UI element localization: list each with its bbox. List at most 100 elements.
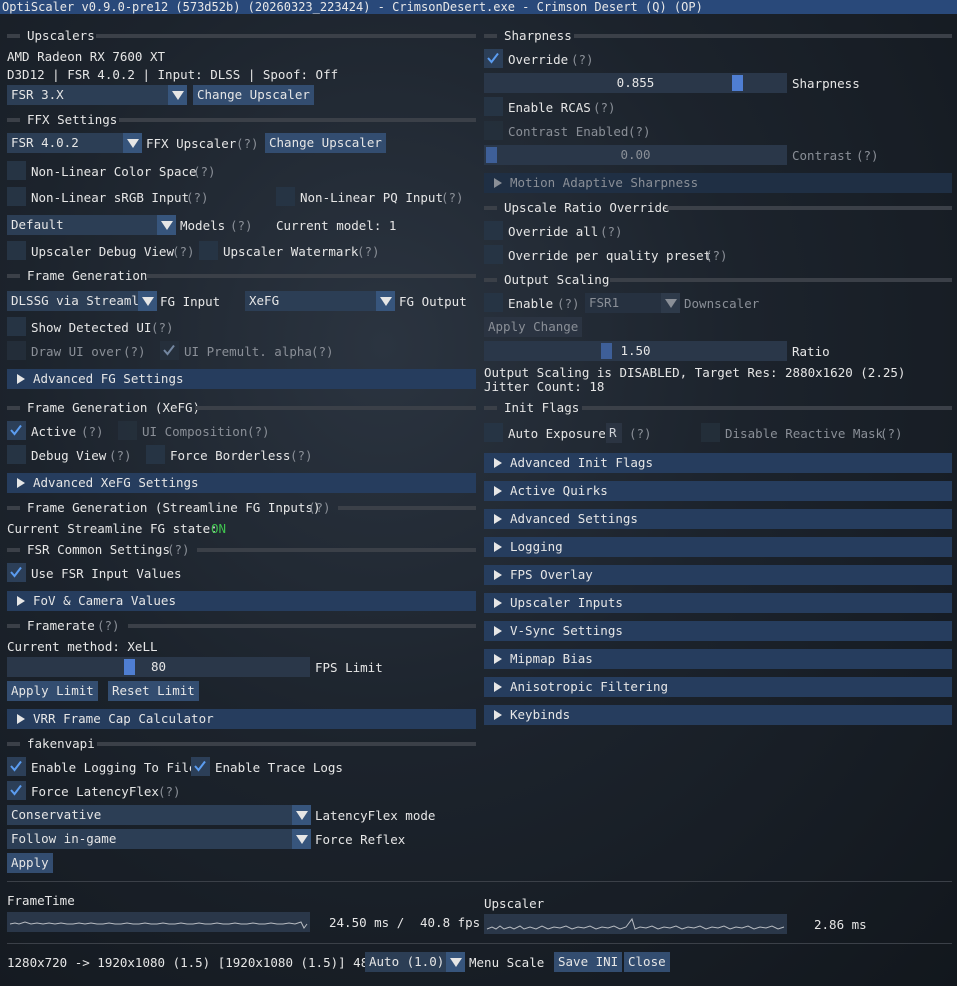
help-mark[interactable]: (?) xyxy=(441,190,464,205)
output-scaling-enable-checkbox[interactable] xyxy=(484,293,503,312)
section-upscaler-inputs[interactable]: Upscaler Inputs xyxy=(484,593,952,613)
draw-ui-over-checkbox[interactable] xyxy=(7,341,26,360)
nonlinear-color-checkbox[interactable] xyxy=(7,161,26,180)
help-mark[interactable]: (?) xyxy=(109,448,132,463)
xefg-active-checkbox[interactable] xyxy=(7,421,26,440)
section-anisotropic-filtering[interactable]: Anisotropic Filtering xyxy=(484,677,952,697)
advanced-fg-settings-header[interactable]: Advanced FG Settings xyxy=(7,369,476,389)
section-advanced-init-flags[interactable]: Advanced Init Flags xyxy=(484,453,952,473)
slider-grab[interactable] xyxy=(124,659,135,675)
output-scaling-enable-label: Enable xyxy=(508,296,554,311)
auto-exposure-r-badge[interactable]: R xyxy=(606,423,622,443)
output-scaling-status: Output Scaling is DISABLED, Target Res: … xyxy=(484,365,906,380)
jitter-count: Jitter Count: 18 xyxy=(484,379,605,394)
upscaler-watermark-checkbox[interactable] xyxy=(199,241,218,260)
help-mark[interactable]: (?) xyxy=(600,224,623,239)
force-borderless-checkbox[interactable] xyxy=(146,445,165,464)
apply-change-button[interactable]: Apply Change xyxy=(484,317,583,337)
help-mark[interactable]: (?) xyxy=(247,424,270,439)
apply-limit-button[interactable]: Apply Limit xyxy=(7,681,98,701)
motion-adaptive-header[interactable]: Motion Adaptive Sharpness xyxy=(484,173,952,193)
help-mark[interactable]: (?) xyxy=(593,100,616,115)
slider-grab[interactable] xyxy=(732,75,743,91)
collapse-arrow-icon xyxy=(17,596,25,606)
help-mark[interactable]: (?) xyxy=(628,124,651,139)
nonlinear-srgb-checkbox[interactable] xyxy=(7,187,26,206)
nonlinear-pq-label: Non-Linear PQ Input xyxy=(300,190,443,205)
help-mark[interactable]: (?) xyxy=(151,320,174,335)
help-mark[interactable]: (?) xyxy=(357,244,380,259)
override-per-preset-checkbox[interactable] xyxy=(484,245,503,264)
nonlinear-pq-checkbox[interactable] xyxy=(276,187,295,206)
help-mark[interactable]: (?) xyxy=(629,426,652,441)
sharpness-slider[interactable]: 0.855 xyxy=(484,73,787,93)
xefg-debug-view-checkbox[interactable] xyxy=(7,445,26,464)
fakenvapi-apply-button[interactable]: Apply xyxy=(7,853,53,873)
help-mark[interactable]: (?) xyxy=(308,500,331,515)
ffx-version-select[interactable]: FSR 4.0.2 xyxy=(7,133,142,153)
auto-exposure-checkbox[interactable] xyxy=(484,423,503,442)
vrr-calculator-header[interactable]: VRR Frame Cap Calculator xyxy=(7,709,476,729)
help-mark[interactable]: (?) xyxy=(557,296,580,311)
help-mark[interactable]: (?) xyxy=(123,344,146,359)
close-button[interactable]: Close xyxy=(624,952,670,972)
help-mark[interactable]: (?) xyxy=(705,248,728,263)
slider-grab[interactable] xyxy=(601,343,612,359)
fov-camera-header[interactable]: FoV & Camera Values xyxy=(7,591,476,611)
force-latencyflex-checkbox[interactable] xyxy=(7,781,26,800)
section-advanced-settings[interactable]: Advanced Settings xyxy=(484,509,952,529)
force-reflex-select[interactable]: Follow in-game xyxy=(7,829,311,849)
downscaler-select[interactable]: FSR1 xyxy=(585,293,680,313)
section-fps-overlay[interactable]: FPS Overlay xyxy=(484,565,952,585)
disable-reactive-checkbox[interactable] xyxy=(701,423,720,442)
section-keybinds[interactable]: Keybinds xyxy=(484,705,952,725)
section-v-sync-settings[interactable]: V-Sync Settings xyxy=(484,621,952,641)
help-mark[interactable]: (?) xyxy=(236,136,259,151)
fps-limit-slider[interactable]: 80 xyxy=(7,657,310,677)
contrast-enabled-checkbox[interactable] xyxy=(484,121,503,140)
section-active-quirks[interactable]: Active Quirks xyxy=(484,481,952,501)
change-upscaler-button[interactable]: Change Upscaler xyxy=(193,85,314,105)
section-mipmap-bias[interactable]: Mipmap Bias xyxy=(484,649,952,669)
help-mark[interactable]: (?) xyxy=(81,424,104,439)
show-detected-ui-checkbox[interactable] xyxy=(7,317,26,336)
help-mark[interactable]: (?) xyxy=(571,52,594,67)
ui-premult-alpha-checkbox[interactable] xyxy=(160,341,179,360)
help-mark[interactable]: (?) xyxy=(158,784,181,799)
help-mark[interactable]: (?) xyxy=(186,190,209,205)
section-logging[interactable]: Logging xyxy=(484,537,952,557)
slider-grab[interactable] xyxy=(486,147,497,163)
upscaler-select[interactable]: FSR 3.X xyxy=(7,85,187,105)
help-mark[interactable]: (?) xyxy=(97,618,120,633)
override-per-preset-label: Override per quality preset xyxy=(508,248,712,263)
menu-scale-select[interactable]: Auto (1.0) xyxy=(365,952,465,972)
help-mark[interactable]: (?) xyxy=(290,448,313,463)
models-select[interactable]: Default xyxy=(7,215,176,235)
latencyflex-mode-select[interactable]: Conservative xyxy=(7,805,311,825)
help-mark[interactable]: (?) xyxy=(193,164,216,179)
save-ini-button[interactable]: Save INI xyxy=(554,952,623,972)
ffx-change-upscaler-button[interactable]: Change Upscaler xyxy=(265,133,386,153)
fg-output-select[interactable]: XeFG xyxy=(245,291,395,311)
advanced-xefg-settings-header[interactable]: Advanced XeFG Settings xyxy=(7,473,476,493)
help-mark[interactable]: (?) xyxy=(880,426,903,441)
override-all-checkbox[interactable] xyxy=(484,221,503,240)
upscaler-debug-view-checkbox[interactable] xyxy=(7,241,26,260)
use-fsr-input-checkbox[interactable] xyxy=(7,563,26,582)
help-mark[interactable]: (?) xyxy=(172,244,195,259)
contrast-slider[interactable]: 0.00 xyxy=(484,145,787,165)
sharpness-override-checkbox[interactable] xyxy=(484,49,503,68)
help-mark[interactable]: (?) xyxy=(856,148,879,163)
trace-logs-checkbox[interactable] xyxy=(191,757,210,776)
enable-rcas-checkbox[interactable] xyxy=(484,97,503,116)
fg-input-select[interactable]: DLSSG via Streamli xyxy=(7,291,157,311)
help-mark[interactable]: (?) xyxy=(311,344,334,359)
ui-composition-checkbox[interactable] xyxy=(118,421,137,440)
chevron-down-icon xyxy=(292,805,311,825)
enable-logging-checkbox[interactable] xyxy=(7,757,26,776)
ratio-slider[interactable]: 1.50 xyxy=(484,341,787,361)
help-mark[interactable]: (?) xyxy=(230,218,253,233)
help-mark[interactable]: (?) xyxy=(167,542,190,557)
separator-left xyxy=(7,742,20,746)
reset-limit-button[interactable]: Reset Limit xyxy=(108,681,199,701)
